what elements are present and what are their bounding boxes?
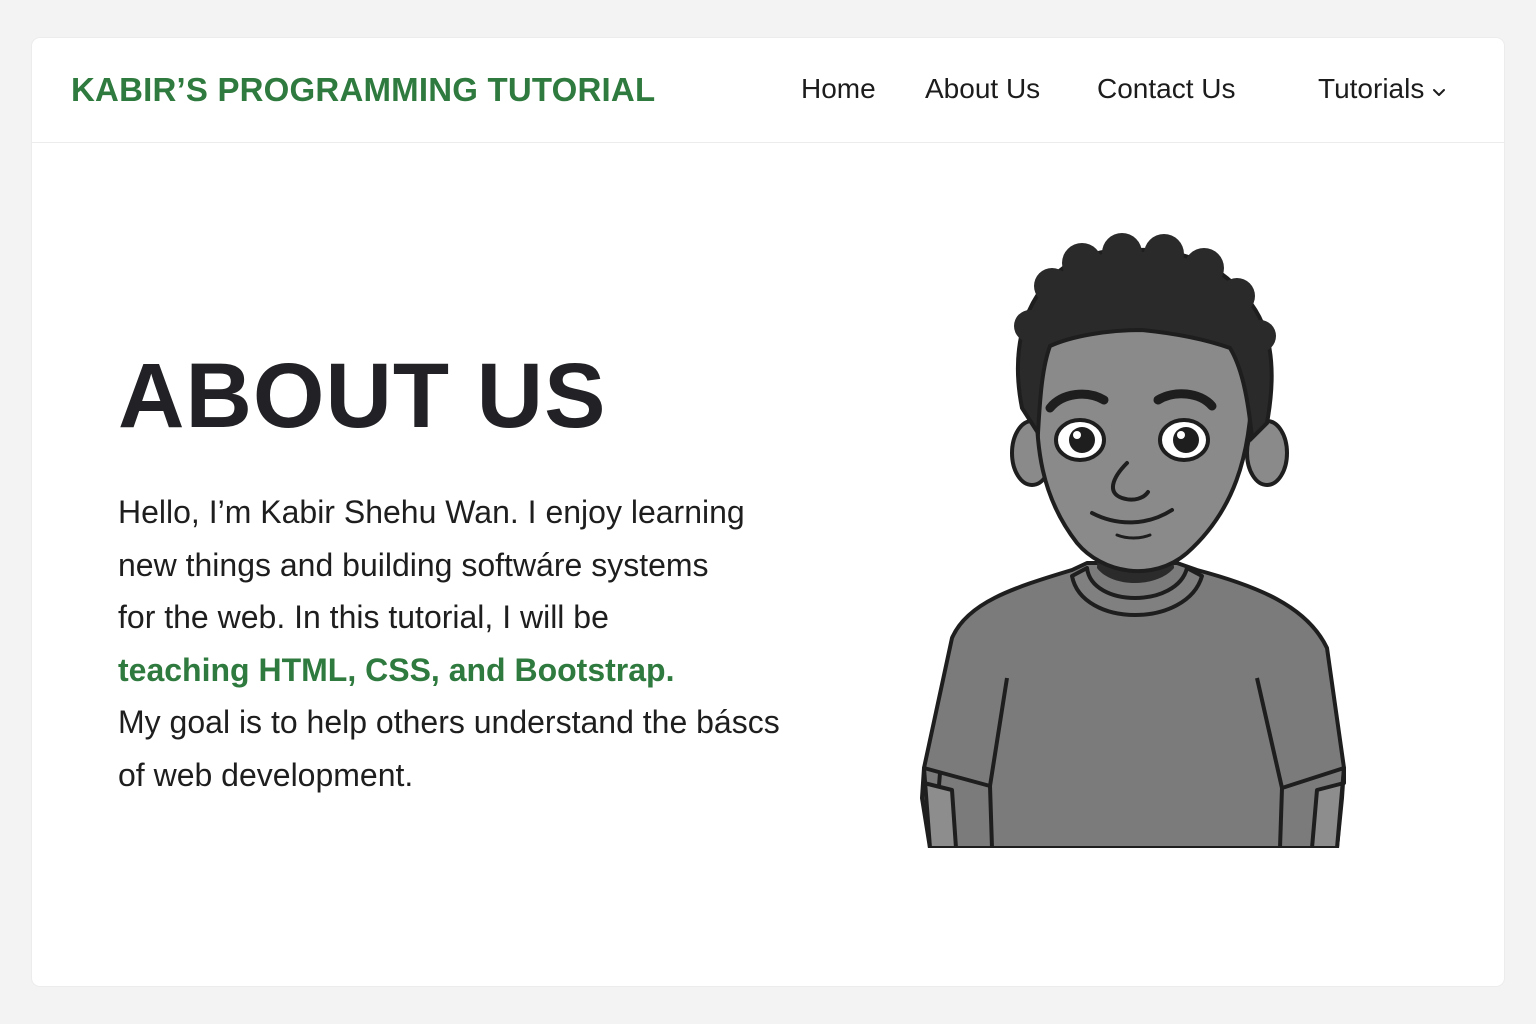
page-title: ABOUT US xyxy=(118,345,607,447)
intro-line: Hello, I’m Kabir Shehu Wan. I enjoy lear… xyxy=(118,494,745,530)
intro-line: new things and building softwáre systems xyxy=(118,546,709,583)
nav-dropdown-tutorials[interactable]: Tutorials xyxy=(1318,73,1446,105)
intro-line: for the web. In this tutorial, I will be xyxy=(118,599,609,636)
intro-highlight-line: teaching HTML, CSS, and Bootstrap. xyxy=(118,651,675,688)
nav-link-contact-us[interactable]: Contact Us xyxy=(1097,73,1236,105)
intro-paragraph: Hello, I’m Kabir Shehu Wan. I enjoy lear… xyxy=(118,486,838,802)
nav-link-about-us[interactable]: About Us xyxy=(925,73,1040,105)
person-illustration xyxy=(912,208,1352,850)
intro-line: My goal is to help others understand the… xyxy=(118,704,780,741)
intro-line: of web development. xyxy=(118,756,414,793)
brand-logo-link[interactable]: KABIR’S PROGRAMMING TUTORIAL xyxy=(71,71,655,109)
navbar: KABIR’S PROGRAMMING TUTORIAL Home About … xyxy=(32,38,1504,143)
nav-dropdown-label: Tutorials xyxy=(1318,73,1425,104)
page-card: KABIR’S PROGRAMMING TUTORIAL Home About … xyxy=(32,38,1504,986)
chevron-down-icon xyxy=(1432,73,1446,105)
nav-link-home[interactable]: Home xyxy=(801,73,876,105)
